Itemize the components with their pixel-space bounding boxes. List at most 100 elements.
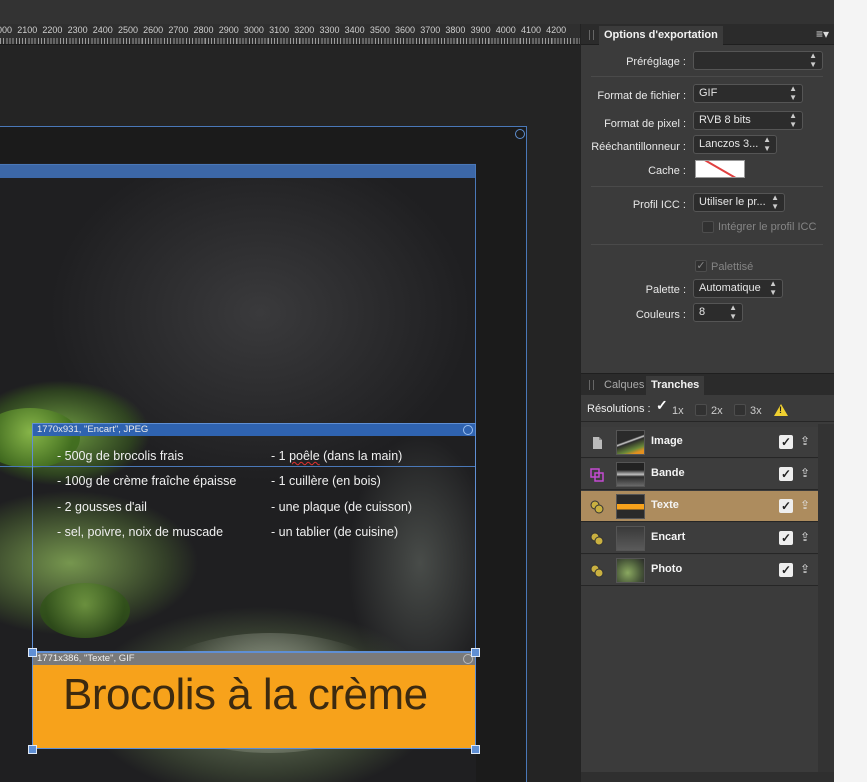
export-share-icon[interactable]: ⇪ xyxy=(800,562,810,576)
ruler-label: 2400 xyxy=(92,25,113,35)
ruler-label: 2600 xyxy=(143,25,164,35)
slice-export-checkbox[interactable]: ✓ xyxy=(779,467,793,481)
document-canvas[interactable]: 1770x931, "Encart", JPEG - 500g de broco… xyxy=(0,45,580,782)
export-panel-tabs: Options d'exportation ≡▾ xyxy=(581,24,834,45)
palettised-checkbox[interactable]: ✓ xyxy=(695,260,707,272)
resize-handle-top-right[interactable] xyxy=(471,648,480,657)
tab-export-options[interactable]: Options d'exportation xyxy=(599,26,723,45)
pixel-format-value: RVB 8 bits xyxy=(699,114,751,126)
utensil-item: - une plaque (de cuisson) xyxy=(271,499,413,514)
resampler-label: Rééchantillonneur : xyxy=(591,141,686,153)
layer-slice-icon xyxy=(590,564,604,578)
slice-export-checkbox[interactable]: ✓ xyxy=(779,531,793,545)
ingredient-item: - sel, poivre, noix de muscade xyxy=(57,524,224,539)
ruler-label: 2700 xyxy=(168,25,189,35)
res-2x-checkbox[interactable] xyxy=(695,404,707,416)
panel-grip-icon[interactable] xyxy=(589,380,594,390)
utensil-prefix: - 1 xyxy=(271,449,290,463)
palettised-label: Palettisé xyxy=(711,261,754,273)
export-share-icon[interactable]: ⇪ xyxy=(800,434,810,448)
slice-export-checkbox[interactable]: ✓ xyxy=(779,499,793,513)
encart-handle[interactable] xyxy=(463,425,473,435)
palette-select[interactable]: Automatique ▲ ▼ xyxy=(693,279,783,298)
updown-arrows-icon: ▲ ▼ xyxy=(769,279,777,297)
resampler-select[interactable]: Lanczos 3... ▲ ▼ xyxy=(693,135,777,154)
res-3x-label: 3x xyxy=(750,405,762,417)
tab-slices[interactable]: Tranches xyxy=(646,376,705,395)
ruler-label: 3400 xyxy=(344,25,365,35)
ruler-ticks xyxy=(0,38,580,44)
ruler-label: 3000 xyxy=(243,25,264,35)
slice-row[interactable]: Bande ✓ ⇪ xyxy=(581,459,818,490)
texte-slice[interactable]: 1771x386, "Texte", GIF Brocolis à la crè… xyxy=(32,652,476,749)
title-banner: Brocolis à la crème xyxy=(33,665,475,748)
resolutions-row: Résolutions : ✓ 1x 2x 3x xyxy=(581,396,834,422)
slice-name: Texte xyxy=(651,499,679,511)
layer-slice-icon xyxy=(590,532,604,546)
resolutions-label: Résolutions : xyxy=(587,403,651,415)
preset-select[interactable]: ▲ ▼ xyxy=(693,51,823,70)
panel-menu-icon[interactable]: ≡▾ xyxy=(816,27,829,41)
ruler-label: 3200 xyxy=(294,25,315,35)
window-edge xyxy=(834,0,867,782)
slice-thumbnail xyxy=(616,558,645,583)
ruler-label: 2900 xyxy=(218,25,239,35)
colours-value: 8 xyxy=(699,306,706,318)
updown-arrows-icon: ▲ ▼ xyxy=(763,135,771,153)
slice-row[interactable]: Photo ✓ ⇪ xyxy=(581,555,818,586)
ruler-label: 3300 xyxy=(319,25,340,35)
ingredient-item: - 500g de brocolis frais xyxy=(57,449,184,463)
export-share-icon[interactable]: ⇪ xyxy=(800,466,810,480)
document-icon xyxy=(590,436,604,450)
utensil-item: - 1 poêle (dans la main) xyxy=(271,444,412,469)
horizontal-ruler: 2000 2100 2200 2300 2400 2500 2600 2700 2800 2900… xyxy=(0,24,580,45)
file-format-select[interactable]: GIF ▲ ▼ xyxy=(693,84,803,103)
slice-export-checkbox[interactable]: ✓ xyxy=(779,435,793,449)
colours-stepper[interactable]: 8 ▲ ▼ xyxy=(693,303,743,322)
res-3x-checkbox[interactable] xyxy=(734,404,746,416)
slice-thumbnail xyxy=(616,526,645,551)
icc-label: Profil ICC : xyxy=(632,199,686,211)
tab-layers[interactable]: Calques xyxy=(599,376,649,395)
slices-scrollbar[interactable] xyxy=(818,424,834,782)
export-share-icon[interactable]: ⇪ xyxy=(800,498,810,512)
photo-slice-outline[interactable] xyxy=(0,164,476,467)
utensils-list: - 1 poêle (dans la main) - 1 cuillère (e… xyxy=(271,444,412,545)
icc-select[interactable]: Utiliser le pr... ▲ ▼ xyxy=(693,193,785,212)
updown-arrows-icon: ▲ ▼ xyxy=(789,111,797,129)
ruler-label: 2800 xyxy=(193,25,214,35)
warning-icon[interactable] xyxy=(774,404,788,416)
encart-slice[interactable]: 1770x931, "Encart", JPEG - 500g de broco… xyxy=(32,423,476,652)
slice-row-selected[interactable]: Texte ✓ ⇪ xyxy=(581,491,818,522)
ruler-label: 4200 xyxy=(546,25,567,35)
slice-thumbnail xyxy=(616,494,645,519)
pixel-format-select[interactable]: RVB 8 bits ▲ ▼ xyxy=(693,111,803,130)
panel-bottom-bar xyxy=(581,772,834,782)
icc-value: Utiliser le pr... xyxy=(699,196,766,208)
file-format-value: GIF xyxy=(699,87,718,99)
embed-icc-checkbox[interactable] xyxy=(702,221,714,233)
res-1x-checkbox[interactable]: ✓ xyxy=(656,398,668,412)
right-panel: Options d'exportation ≡▾ Préréglage : ▲ ▼… xyxy=(580,24,834,782)
slice-row[interactable]: Encart ✓ ⇪ xyxy=(581,523,818,554)
resize-handle-top-left[interactable] xyxy=(28,648,37,657)
divider xyxy=(591,76,823,77)
embed-icc-label: Intégrer le profil ICC xyxy=(718,221,817,233)
slice-name: Encart xyxy=(651,531,686,543)
slice-export-checkbox[interactable]: ✓ xyxy=(779,563,793,577)
utensil-item: - 1 cuillère (en bois) xyxy=(271,474,381,489)
slice-row[interactable]: Image ✓ ⇪ xyxy=(581,427,818,458)
ruler-label: 2000 xyxy=(0,25,13,35)
ruler-label: 3600 xyxy=(395,25,416,35)
resize-handle-bottom-left[interactable] xyxy=(28,745,37,754)
panel-grip-icon[interactable] xyxy=(589,30,594,40)
artboard-rotate-handle[interactable] xyxy=(515,129,525,139)
ruler-label: 2300 xyxy=(67,25,88,35)
spellcheck-word: poêle xyxy=(289,449,320,463)
divider xyxy=(591,186,823,187)
resize-handle-bottom-right[interactable] xyxy=(471,745,480,754)
resampler-value: Lanczos 3... xyxy=(699,138,759,150)
export-share-icon[interactable]: ⇪ xyxy=(800,530,810,544)
matte-color-swatch[interactable] xyxy=(695,160,745,178)
ingredient-item: - 2 gousses d'ail xyxy=(57,499,147,514)
